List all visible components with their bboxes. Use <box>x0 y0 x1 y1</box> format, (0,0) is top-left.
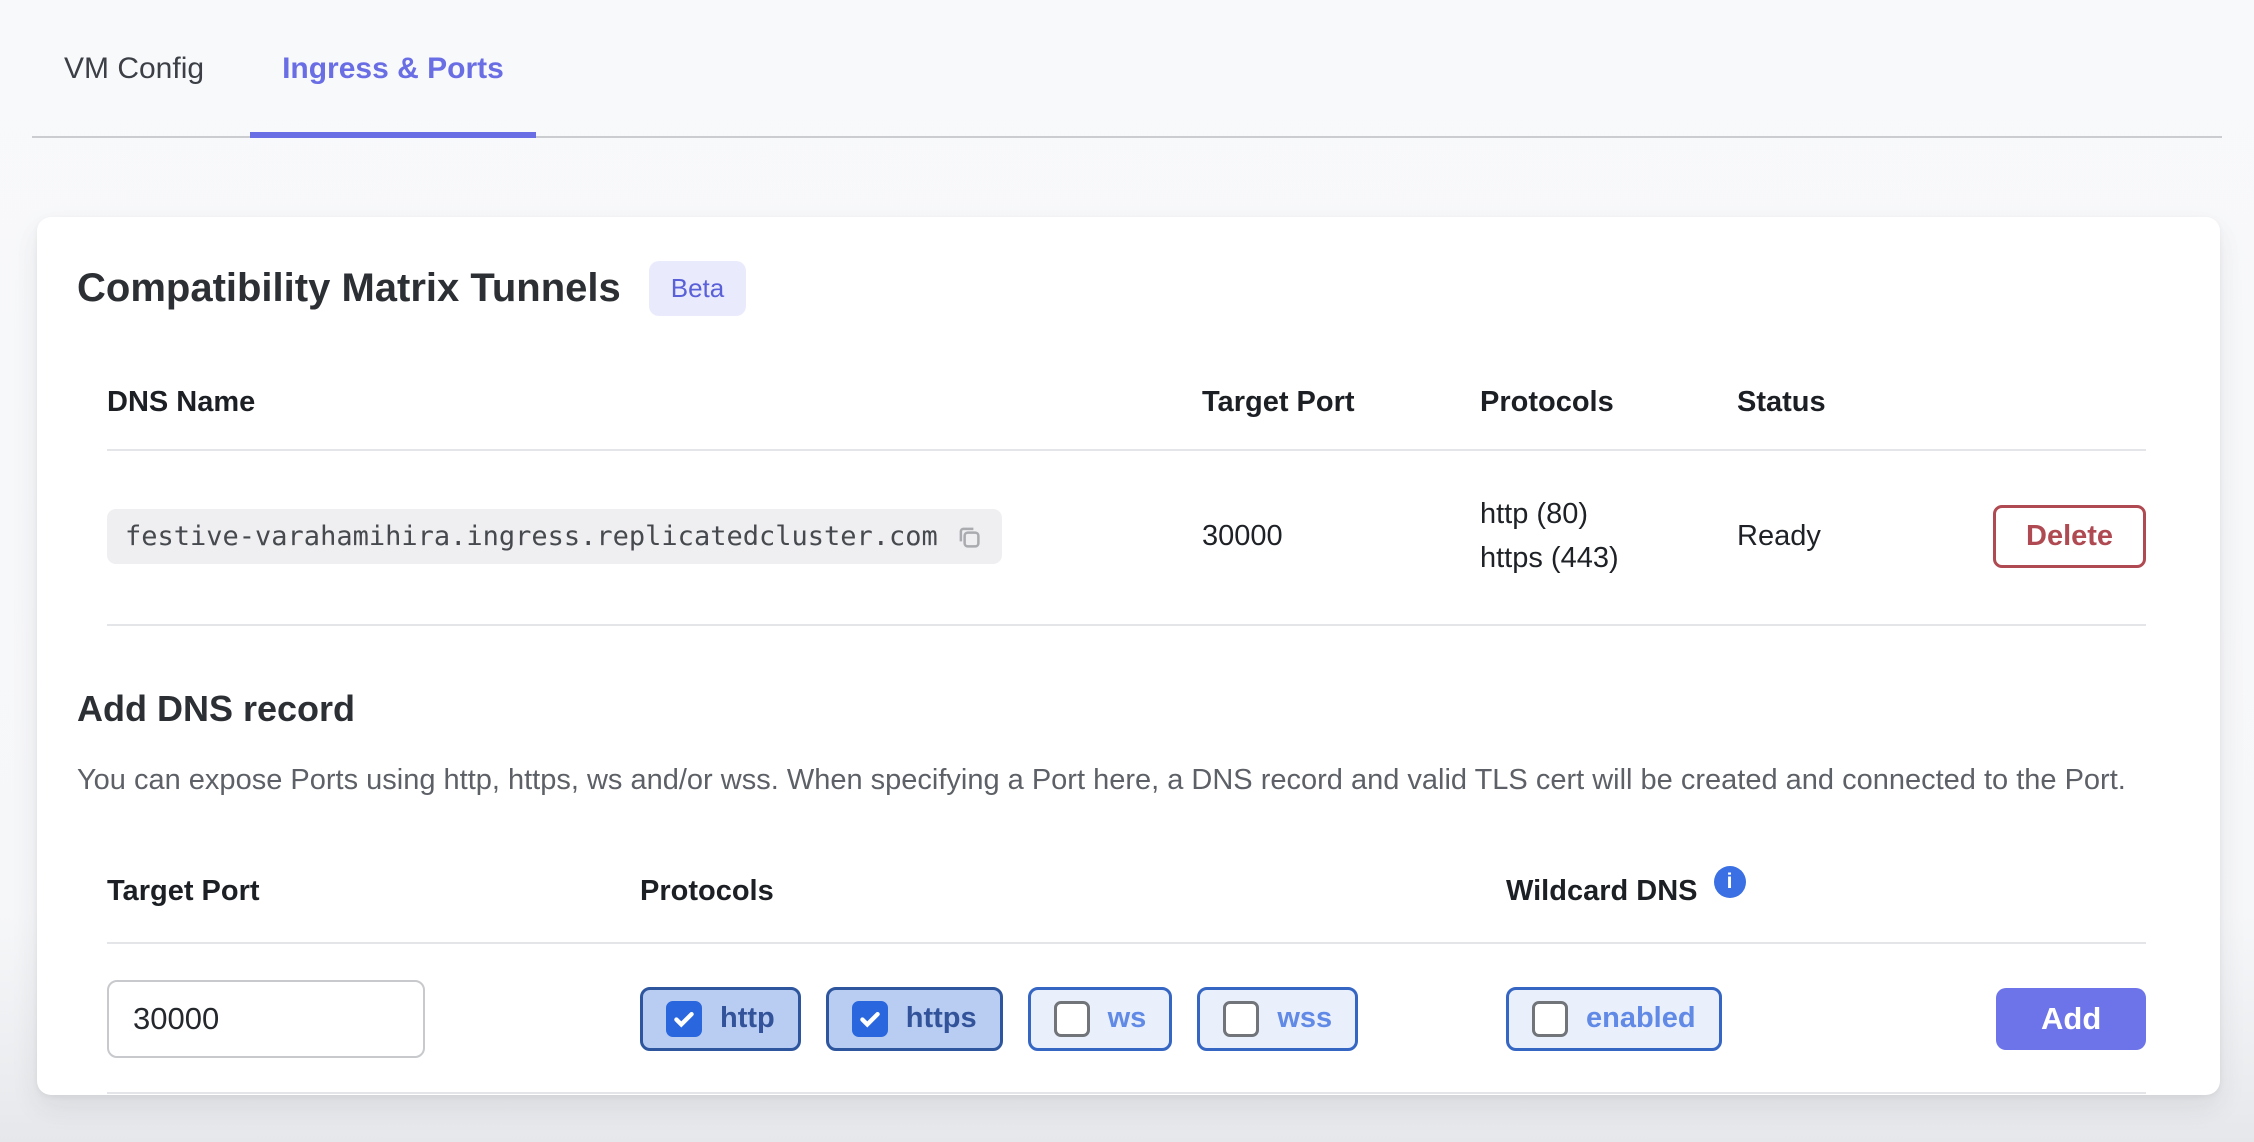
protocol-label: https <box>906 1002 977 1035</box>
protocol-label: wss <box>1277 1002 1332 1035</box>
card-title: Compatibility Matrix Tunnels <box>77 266 621 311</box>
checkbox-icon <box>852 1001 888 1037</box>
form-input-row: http https ws <box>107 944 2146 1094</box>
dns-name-text: festive-varahamihira.ingress.replicatedc… <box>125 521 938 552</box>
row-protocol-https: https (443) <box>1480 537 1737 581</box>
protocol-checkbox-https[interactable]: https <box>826 987 1003 1051</box>
card-title-row: Compatibility Matrix Tunnels Beta <box>77 261 2146 316</box>
form-header-wildcard-dns: Wildcard DNS <box>1506 875 1698 908</box>
add-dns-form: Target Port Protocols Wildcard DNS i htt… <box>107 849 2146 1094</box>
protocol-label: http <box>720 1002 775 1035</box>
beta-badge: Beta <box>649 261 747 316</box>
col-header-status: Status <box>1737 386 1993 419</box>
col-header-dns-name: DNS Name <box>107 386 1202 419</box>
tab-vm-config[interactable]: VM Config <box>32 0 236 136</box>
checkbox-icon <box>666 1001 702 1037</box>
tab-ingress-ports[interactable]: Ingress & Ports <box>250 0 536 136</box>
protocol-checkbox-wss[interactable]: wss <box>1197 987 1358 1051</box>
table-row: festive-varahamihira.ingress.replicatedc… <box>107 451 2146 626</box>
target-port-input[interactable] <box>107 980 425 1058</box>
add-dns-title: Add DNS record <box>77 688 2146 730</box>
col-header-protocols: Protocols <box>1480 386 1737 419</box>
row-status: Ready <box>1737 520 1993 553</box>
info-icon[interactable]: i <box>1714 866 1746 898</box>
dns-name-value: festive-varahamihira.ingress.replicatedc… <box>107 509 1002 564</box>
tab-label: VM Config <box>64 52 204 85</box>
protocol-options: http https ws <box>640 987 1506 1051</box>
delete-button[interactable]: Delete <box>1993 505 2146 568</box>
checkbox-icon <box>1532 1001 1568 1037</box>
tab-bar: VM Config Ingress & Ports <box>32 0 2222 138</box>
protocol-checkbox-ws[interactable]: ws <box>1028 987 1173 1051</box>
form-header-row: Target Port Protocols Wildcard DNS i <box>107 849 2146 944</box>
form-header-target-port: Target Port <box>107 875 640 908</box>
wildcard-enabled-checkbox[interactable]: enabled <box>1506 987 1722 1051</box>
tab-label: Ingress & Ports <box>282 52 504 85</box>
row-protocols: http (80) https (443) <box>1480 493 1737 580</box>
copy-icon[interactable] <box>954 522 984 552</box>
wildcard-label: enabled <box>1586 1002 1696 1035</box>
add-button[interactable]: Add <box>1996 988 2146 1050</box>
col-header-target-port: Target Port <box>1202 386 1480 419</box>
add-dns-description: You can expose Ports using http, https, … <box>77 758 2127 803</box>
form-header-protocols: Protocols <box>640 875 1506 908</box>
checkbox-icon <box>1223 1001 1259 1037</box>
protocol-checkbox-http[interactable]: http <box>640 987 801 1051</box>
tunnels-table: DNS Name Target Port Protocols Status fe… <box>107 358 2146 626</box>
protocol-label: ws <box>1108 1002 1147 1035</box>
tunnels-card: Compatibility Matrix Tunnels Beta DNS Na… <box>37 217 2220 1095</box>
row-protocol-http: http (80) <box>1480 493 1737 537</box>
checkbox-icon <box>1054 1001 1090 1037</box>
row-target-port: 30000 <box>1202 520 1480 553</box>
tunnels-table-header: DNS Name Target Port Protocols Status <box>107 358 2146 451</box>
